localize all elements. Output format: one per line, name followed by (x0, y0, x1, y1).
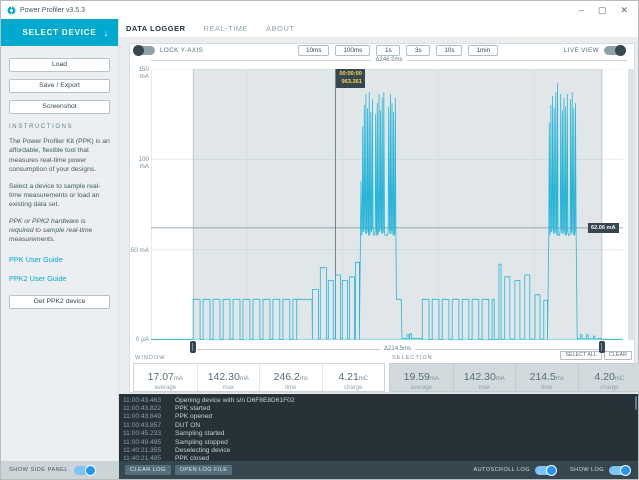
minimize-icon[interactable]: – (579, 5, 584, 15)
window-delta-label: Δ246.2ms (375, 57, 403, 63)
selection-handle-right[interactable] (598, 341, 605, 353)
log-scrollbar[interactable] (635, 396, 637, 410)
autoscroll-log-label: AUTOSCROLL LOG (473, 467, 531, 473)
window-group-label: WINDOW (135, 355, 166, 361)
show-side-panel-label: SHOW SIDE PANEL (9, 467, 68, 473)
open-log-file-button[interactable]: OPEN LOG FILE (174, 465, 233, 475)
selection-delta-ruler: Δ214.5ms (197, 345, 598, 353)
selection-max-stat: 142.30mA max (452, 364, 516, 391)
app-logo-icon (7, 5, 16, 15)
instructions-paragraph: Select a device to sample real-time meas… (9, 182, 101, 209)
log-entry: 11:00:43.822 PPK started (123, 405, 211, 413)
range-10s-button[interactable]: 10s (436, 45, 463, 56)
screenshot-button[interactable]: Screenshot (9, 100, 110, 114)
live-view-toggle[interactable] (604, 45, 626, 56)
lock-y-axis-label: LOCK Y-AXIS (160, 47, 204, 54)
log-entry: 11:00:45.233 Sampling started (123, 430, 225, 438)
show-log-label: SHOW LOG (570, 467, 604, 473)
close-icon[interactable]: ✕ (620, 5, 628, 15)
chevron-down-icon: ↓ (103, 27, 109, 38)
stats-bar: 17.07mA average 142.30mA max 246.2ms tim… (133, 363, 639, 392)
log-entry: 11:00:43.849 PPK opened (123, 413, 213, 421)
range-3s-button[interactable]: 3s (406, 45, 431, 56)
side-panel-footer: SHOW SIDE PANEL (1, 461, 119, 479)
range-1s-button[interactable]: 1s (376, 45, 401, 56)
tab-real-time[interactable]: REAL-TIME (204, 24, 249, 33)
autoscroll-log-toggle[interactable] (535, 464, 558, 476)
show-side-panel-toggle[interactable] (74, 464, 96, 476)
selection-stats-group: 19.59mA average 142.30mA max 214.5ms tim… (389, 363, 639, 392)
clear-log-button[interactable]: CLEAR LOG (125, 465, 171, 475)
side-panel: SELECT DEVICE ↓ Load Save / Export Scree… (1, 19, 119, 461)
live-view-label: LIVE VIEW (563, 47, 599, 54)
ppk-user-guide-link[interactable]: PPK User Guide (9, 255, 110, 264)
load-button[interactable]: Load (9, 58, 110, 72)
chart-card: LOCK Y-AXIS 10ms 100ms 1s 3s 10s 1min LI… (129, 43, 639, 393)
select-device-button[interactable]: SELECT DEVICE ↓ (1, 19, 118, 46)
cursor-tooltip: 00:00:00 963.261 (336, 69, 365, 89)
log-entry: 11:00:49.495 Sampling stopped (123, 438, 228, 446)
chart-right-scrollbar[interactable] (628, 69, 635, 340)
app-window: Power Profiler v3.5.3 – ▢ ✕ SELECT DEVIC… (0, 0, 639, 480)
log-entry: 11:40:21.355 Deselecting device (123, 447, 231, 455)
window-delta-ruler: Δ246.2ms (151, 56, 627, 64)
tab-about[interactable]: ABOUT (266, 24, 294, 33)
window-time-stat: 246.2ms time (259, 364, 322, 391)
bottom-bar: SHOW SIDE PANEL CLEAR LOG OPEN LOG FILE … (1, 461, 638, 479)
range-100ms-button[interactable]: 100ms (335, 45, 371, 56)
log-footer: CLEAR LOG OPEN LOG FILE AUTOSCROLL LOG S… (119, 461, 638, 479)
clear-selection-button[interactable]: CLEAR (604, 351, 632, 360)
instructions-paragraph: PPK or PPK2 hardware is required to samp… (9, 217, 93, 244)
window-charge-stat: 4.21mC charge (321, 364, 385, 391)
ppk2-user-guide-link[interactable]: PPK2 User Guide (9, 274, 110, 283)
selection-handle-left[interactable] (190, 341, 197, 353)
y-tick-100ma: 100 mA (138, 156, 149, 170)
marker-value-tag: 62.06 mA (588, 222, 619, 233)
log-panel: 11:00:43.463 Opening device with s/n D6F8… (119, 394, 638, 463)
log-entry: 11:00:43.857 DUT ON (123, 421, 201, 429)
window-max-stat: 142.30mA max (196, 364, 260, 391)
y-tick-150ma: 150 mA (138, 66, 149, 80)
main-area: LOCK Y-AXIS 10ms 100ms 1s 3s 10s 1min LI… (119, 37, 639, 394)
y-tick-50ma: 50 mA (130, 247, 149, 254)
log-entry: 11:00:43.463 Opening device with s/n D6F8… (123, 396, 295, 404)
window-average-stat: 17.07mA average (147, 371, 183, 391)
show-log-toggle[interactable] (609, 464, 631, 476)
chart-plot-area[interactable] (151, 69, 623, 340)
y-tick-0ua: 0 µA (135, 336, 149, 343)
range-10ms-button[interactable]: 10ms (298, 45, 330, 56)
tab-bar: DATA LOGGER REAL-TIME ABOUT (119, 19, 638, 37)
instructions-heading: INSTRUCTIONS (9, 124, 74, 130)
get-ppk2-device-button[interactable]: Get PPK2 device (9, 294, 110, 309)
selection-time-stat: 214.5ms time (515, 364, 578, 391)
tab-data-logger[interactable]: DATA LOGGER (126, 24, 186, 33)
window-stats-group: 17.07mA average 142.30mA max 246.2ms tim… (133, 363, 385, 392)
title-bar: Power Profiler v3.5.3 – ▢ ✕ (1, 1, 638, 19)
selection-group-label: SELECTION (392, 355, 433, 361)
selection-charge-stat: 4.20mC charge (577, 364, 639, 391)
save-export-button[interactable]: Save / Export (9, 79, 110, 93)
maximize-icon[interactable]: ▢ (598, 5, 607, 15)
lock-y-axis-toggle[interactable] (133, 45, 155, 56)
selection-average-stat: 19.59mA average (403, 371, 439, 391)
window-title: Power Profiler v3.5.3 (20, 6, 85, 14)
range-1min-button[interactable]: 1min (468, 45, 499, 56)
instructions-paragraph: The Power Profiler Kit (PPK) is an affor… (9, 138, 110, 174)
selection-delta-label: Δ214.5ms (380, 346, 416, 352)
